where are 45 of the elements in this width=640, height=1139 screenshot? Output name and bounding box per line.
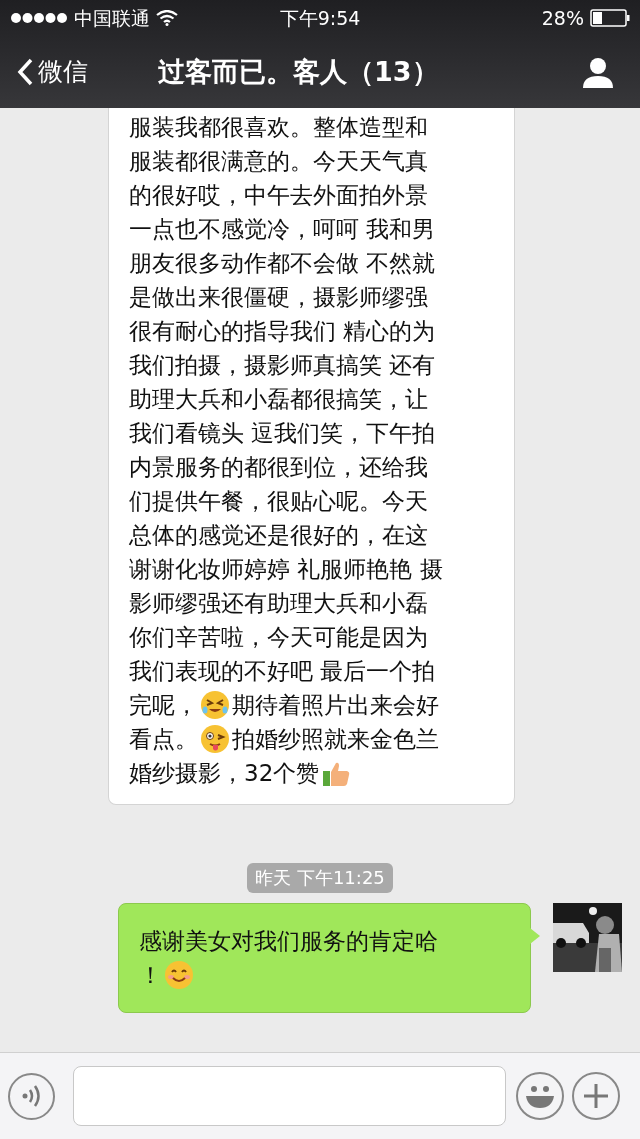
smiling-emoji-icon [164,960,194,990]
chat-title: 过客而已。客人（13） [157,54,440,89]
message-text: 总体的感觉还是很好的，在这 [129,521,428,550]
back-chevron-icon [16,57,34,87]
signal-icon [10,12,68,24]
message-text: 影师缪强还有助理大兵和小磊 [129,589,428,618]
message-text: 拍婚纱照就来金色兰 [232,725,439,754]
wifi-icon [156,10,178,26]
message-text: 谢谢化妆师婷婷 礼服师艳艳 摄 [129,555,443,584]
message-text: 感谢美女对我们服务的肯定哈 [139,927,438,956]
smiley-icon [524,1083,556,1109]
carrier-name: 中国联通 [74,5,150,31]
add-button[interactable] [572,1072,620,1120]
profile-icon[interactable] [582,56,614,88]
message-text: 的很好哎，中午去外面拍外景 [129,181,428,210]
clock-time: 下午9:54 [278,5,362,31]
message-text: 我们表现的不好吧 最后一个拍 [129,657,436,686]
message-text: 服装都很满意的。今天天气真 [129,147,428,176]
message-text: 助理大兵和小磊都很搞笑，让 [129,385,428,414]
timestamp: 昨天 下午11:25 [247,863,393,893]
message-text: 一点也不感觉冷，呵呵 我和男 [129,215,436,244]
emoji-button[interactable] [516,1072,564,1120]
message-text: 期待着照片出来会好 [232,691,439,720]
message-text: 服装我都很喜欢。整体造型和 [129,113,428,142]
laughing-emoji-icon [200,690,230,720]
voice-icon [20,1084,43,1108]
plus-icon [582,1082,610,1110]
message-text: 你们辛苦啦，今天可能是因为 [129,623,428,652]
message-text: 完呢， [129,691,198,720]
back-button[interactable]: 微信 [16,53,136,91]
message-text: ！ [139,961,162,990]
message-text: 内景服务的都很到位，还给我 [129,453,428,482]
message-text: 很有耐心的指导我们 精心的为 [129,317,436,346]
battery-percent: 28% [541,5,584,31]
message-text: 朋友很多动作都不会做 不然就 [129,249,436,278]
message-text: 看点。 [129,725,198,754]
message-text: 我们拍摄，摄影师真搞笑 还有 [129,351,436,380]
message-input[interactable] [73,1066,506,1126]
voice-button[interactable] [8,1072,55,1120]
message-text: 们提供午餐，很贴心呢。今天 [129,487,428,516]
battery-icon [590,9,630,27]
message-text: 是做出来很僵硬，摄影师缪强 [129,283,428,312]
message-text: 我们看镜头 逗我们笑，下午拍 [129,419,436,448]
winking-emoji-icon [200,724,230,754]
message-text: 婚纱摄影，32个赞 [129,759,320,788]
